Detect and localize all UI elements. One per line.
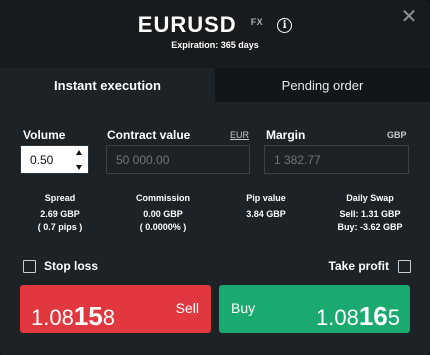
margin-field: 1 382.77 <box>264 145 409 174</box>
sell-price-pips: 15 <box>73 301 103 331</box>
sell-button[interactable]: 1.08 15 8 Sell <box>20 285 211 333</box>
expiration-text: Expiration: 365 days <box>171 40 259 50</box>
commission-title: Commission <box>135 193 190 203</box>
pip-value-stat: Pip value 3.84 GBP <box>226 192 306 221</box>
decrement-arrow-icon[interactable] <box>76 165 82 170</box>
stop-loss-toggle[interactable]: Stop loss <box>23 259 98 273</box>
tab-pending-order[interactable]: Pending order <box>215 68 430 102</box>
sell-label: Sell <box>175 300 199 316</box>
daily-swap-title: Daily Swap <box>346 193 394 203</box>
pip-value-title: Pip value <box>246 193 286 203</box>
daily-swap-stat: Daily Swap Sell: 1.31 GBP Buy: -3.62 GBP <box>324 192 416 234</box>
margin-currency: GBP <box>387 130 407 140</box>
take-profit-toggle[interactable]: Take profit <box>329 259 411 273</box>
sell-price: 1.08 15 8 <box>31 301 115 332</box>
title-row: EURUSD FX i <box>0 10 430 40</box>
volume-value[interactable]: 0.50 <box>30 153 53 167</box>
buy-label: Buy <box>231 300 256 316</box>
buy-price: 1.08 16 5 <box>316 301 400 332</box>
increment-arrow-icon[interactable] <box>76 150 82 155</box>
buy-price-prefix: 1.08 <box>316 305 359 330</box>
dialog-header: EURUSD FX i Expiration: 365 days ✕ <box>0 0 430 68</box>
daily-swap-buy: Buy: -3.62 GBP <box>337 222 403 232</box>
instrument-type-tag: FX <box>250 17 264 27</box>
spread-title: Spread <box>44 193 76 203</box>
sell-price-fraction: 8 <box>102 305 115 330</box>
info-icon[interactable]: i <box>277 17 293 33</box>
buy-button[interactable]: Buy 1.08 16 5 <box>219 285 410 333</box>
order-type-tabs: Instant execution Pending order <box>0 68 430 102</box>
spread-value: 2.69 GBP <box>40 209 80 219</box>
order-dialog: EURUSD FX i Expiration: 365 days ✕ Insta… <box>0 0 430 355</box>
take-profit-checkbox[interactable] <box>398 259 411 273</box>
commission-value: 0.00 GBP <box>143 209 183 219</box>
volume-stepper[interactable]: 0.50 <box>20 145 89 174</box>
margin-label: Margin <box>266 128 306 142</box>
tab-instant-execution[interactable]: Instant execution <box>0 68 215 102</box>
commission-stat: Commission 0.00 GBP ( 0.0000% ) <box>118 192 208 234</box>
volume-label: Volume <box>23 128 66 142</box>
sell-price-prefix: 1.08 <box>31 305 74 330</box>
stop-loss-checkbox[interactable] <box>23 259 36 273</box>
commission-percent: ( 0.0000% ) <box>139 222 187 232</box>
instrument-symbol: EURUSD <box>137 12 237 37</box>
contract-currency-toggle[interactable]: EUR <box>230 130 249 140</box>
daily-swap-sell: Sell: 1.31 GBP <box>339 209 401 219</box>
volume-spinner <box>75 150 83 170</box>
pip-value-value: 3.84 GBP <box>246 209 286 219</box>
close-icon[interactable]: ✕ <box>400 7 418 27</box>
stop-loss-label: Stop loss <box>44 259 99 273</box>
spread-pips: ( 0.7 pips ) <box>37 222 83 232</box>
contract-value-field: 50 000.00 <box>106 145 250 174</box>
contract-value-label: Contract value <box>107 128 191 142</box>
take-profit-label: Take profit <box>328 259 389 273</box>
buy-price-fraction: 5 <box>387 305 400 330</box>
spread-stat: Spread 2.69 GBP ( 0.7 pips ) <box>20 192 100 234</box>
buy-price-pips: 16 <box>358 301 388 331</box>
